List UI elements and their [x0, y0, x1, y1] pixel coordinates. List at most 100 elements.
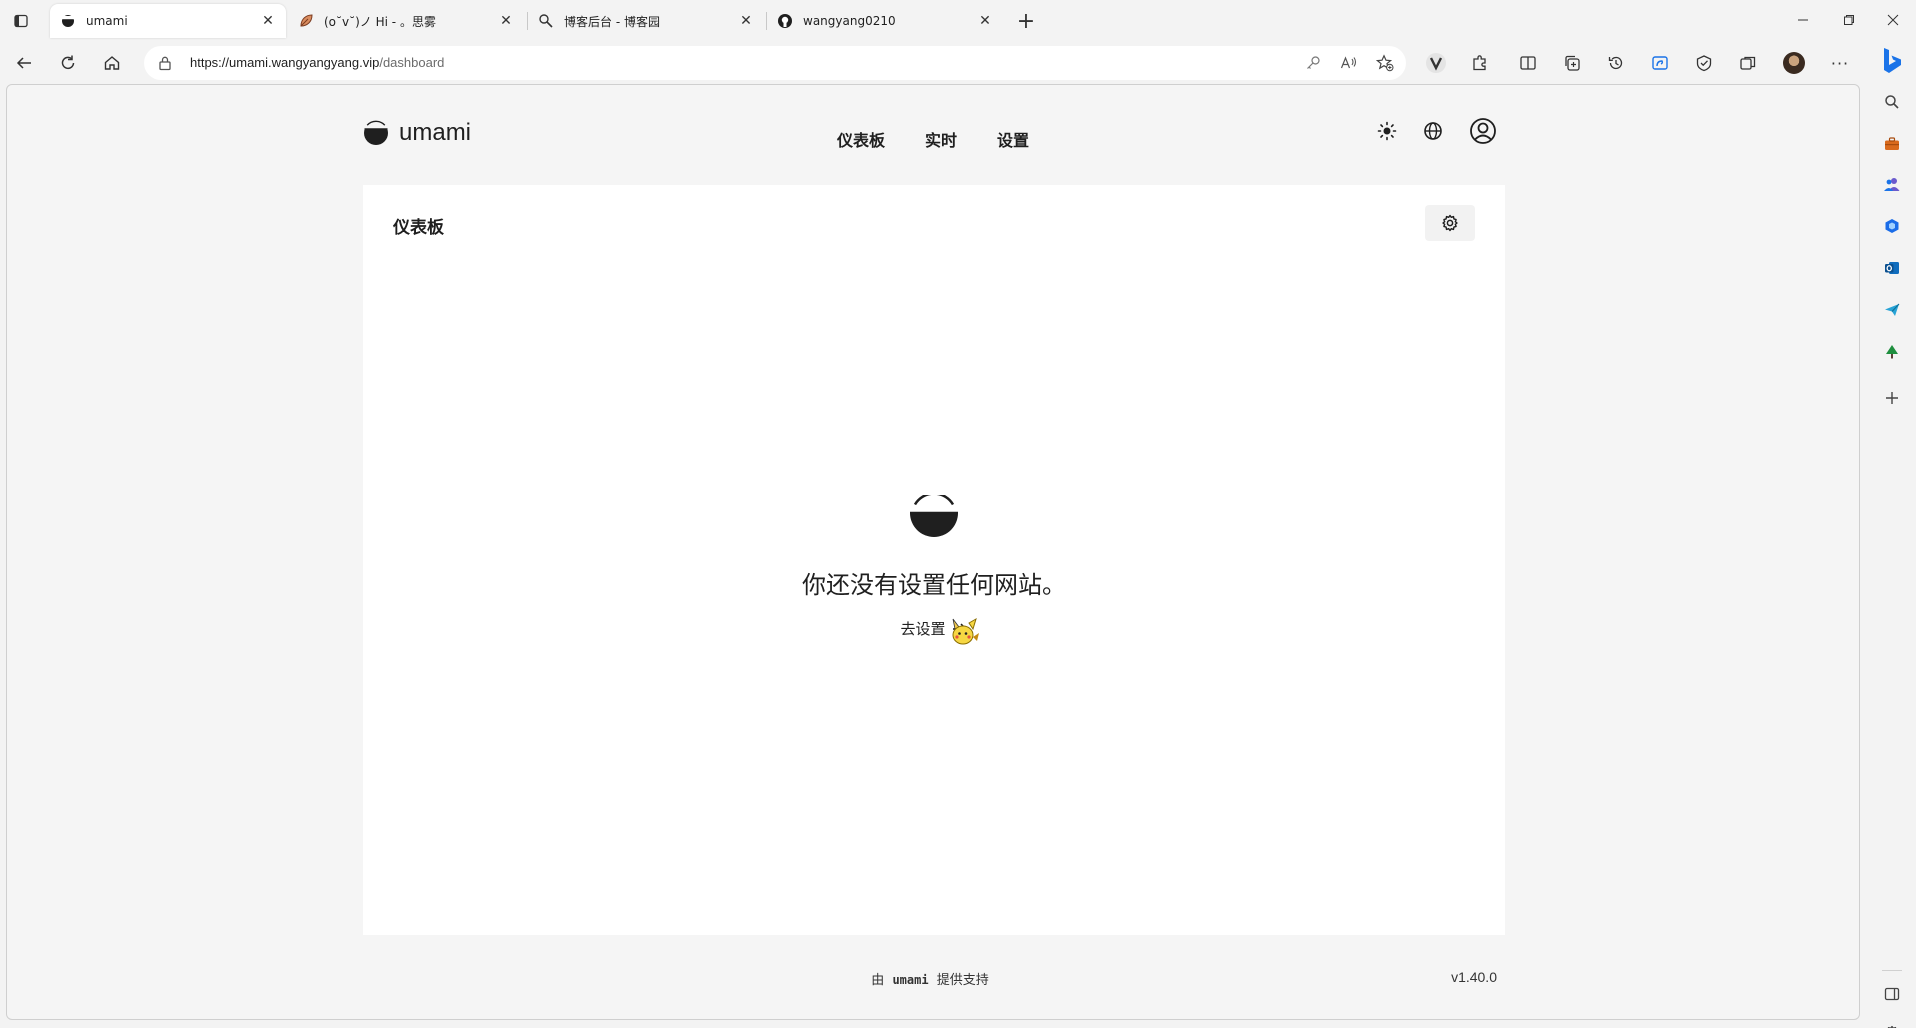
plus-icon: +: [1016, 8, 1036, 34]
tab-actions-icon: [14, 14, 28, 28]
language-button[interactable]: [1423, 121, 1443, 141]
empty-state: 你还没有设置任何网站。 去设置: [363, 495, 1505, 639]
key-icon[interactable]: [1304, 54, 1322, 72]
briefcase-icon: [1885, 137, 1899, 150]
outlook-icon: [1885, 262, 1899, 274]
tab-title: umami: [86, 14, 128, 28]
url-path: /dashboard: [379, 55, 445, 70]
header-actions: [1377, 117, 1497, 145]
user-profile-button[interactable]: [1469, 117, 1497, 145]
logo-text: umami: [399, 119, 472, 146]
page-viewport: umami 仪表板 实时 设置 仪表板 你还没有设置任何网站。 去设置 由 um…: [6, 84, 1860, 1020]
arrow-left-icon: [16, 57, 31, 69]
pikachu-cursor-icon: [947, 615, 981, 649]
close-icon[interactable]: ✕: [260, 13, 276, 29]
umami-logo-icon: [60, 13, 76, 29]
nav-dashboard[interactable]: 仪表板: [837, 127, 885, 151]
paper-plane-icon: [1885, 303, 1900, 316]
tab-cnblogs[interactable]: 博客后台 - 博客园 ✕: [528, 4, 764, 38]
back-button[interactable]: [10, 49, 38, 77]
url-host: https://umami.wangyangyang.vip: [190, 55, 380, 70]
browser-toolbar: https://umami.wangyangyang.vip/dashboard…: [0, 42, 1868, 84]
refresh-button[interactable]: [54, 49, 82, 77]
tab-umami[interactable]: umami ✕: [50, 4, 286, 38]
tree-icon: [1886, 345, 1898, 359]
search-sidebar-button[interactable]: [1880, 90, 1904, 114]
tab-actions-button[interactable]: [8, 8, 34, 34]
search-icon: [1885, 95, 1899, 109]
vimium-extension-icon[interactable]: [1424, 51, 1448, 75]
refresh-icon: [61, 55, 75, 70]
tab-title: (o˘v˘)ノ Hi - 。思雾: [324, 14, 436, 29]
powered-by: 由 umami 提供支持: [363, 969, 1497, 988]
tree-sidebar-button[interactable]: [1880, 340, 1904, 364]
powered-prefix: 由: [871, 973, 885, 988]
umami-link[interactable]: umami: [892, 973, 928, 987]
plus-icon: [1886, 392, 1898, 404]
add-sidebar-app-button[interactable]: [1880, 386, 1904, 410]
bing-icon: [1884, 48, 1901, 73]
close-icon[interactable]: ✕: [738, 13, 754, 29]
history-icon[interactable]: [1604, 51, 1628, 75]
nav-settings[interactable]: 设置: [997, 127, 1029, 151]
tools-sidebar-button[interactable]: [1880, 132, 1904, 156]
tab-github[interactable]: wangyang0210 ✕: [767, 4, 1003, 38]
ellipsis-icon: ···: [1830, 53, 1850, 73]
home-button[interactable]: [98, 49, 126, 77]
office-icon: [1885, 219, 1899, 233]
minimize-button[interactable]: [1780, 0, 1826, 40]
tab-title: wangyang0210: [803, 14, 896, 28]
send-sidebar-button[interactable]: [1880, 298, 1904, 322]
more-menu-button[interactable]: ···: [1828, 51, 1852, 75]
collections-icon[interactable]: [1560, 51, 1584, 75]
close-icon[interactable]: ✕: [977, 13, 993, 29]
add-favorite-icon[interactable]: [1376, 54, 1394, 72]
leaf-icon: [298, 13, 314, 29]
restore-button[interactable]: [1826, 0, 1872, 40]
home-icon: [104, 56, 120, 70]
tab-blog[interactable]: (o˘v˘)ノ Hi - 。思雾 ✕: [288, 4, 524, 38]
version-label: v1.40.0: [1451, 969, 1497, 985]
dashboard-card: 仪表板 你还没有设置任何网站。 去设置: [363, 185, 1505, 935]
globe-icon: [1424, 122, 1442, 140]
site-logo[interactable]: umami: [363, 119, 471, 147]
read-aloud-icon[interactable]: [1340, 54, 1358, 72]
browser-essentials-icon[interactable]: [1692, 51, 1716, 75]
people-icon: [1884, 178, 1900, 191]
site-header: umami 仪表板 实时 设置: [363, 113, 1497, 163]
edge-sidebar: [1868, 42, 1916, 1028]
github-icon: [777, 13, 793, 29]
powered-suffix: 提供支持: [936, 973, 989, 988]
split-screen-icon[interactable]: [1516, 51, 1540, 75]
umami-logo-icon: [910, 495, 958, 537]
empty-message: 你还没有设置任何网站。: [802, 571, 1066, 599]
tab-strip: umami ✕ (o˘v˘)ノ Hi - 。思雾 ✕ 博客后台 - 博客园 ✕ …: [0, 0, 1916, 42]
lock-icon[interactable]: [158, 55, 172, 71]
profile-avatar[interactable]: [1782, 51, 1806, 75]
sun-icon: [1377, 121, 1397, 141]
gear-icon: [1442, 214, 1458, 232]
close-icon[interactable]: ✕: [498, 13, 514, 29]
theme-toggle-button[interactable]: [1377, 121, 1397, 141]
workspaces-icon[interactable]: [1736, 51, 1760, 75]
close-window-button[interactable]: [1870, 0, 1916, 40]
nav-realtime[interactable]: 实时: [925, 127, 957, 151]
dashboard-settings-button[interactable]: [1425, 205, 1475, 241]
restore-icon: [1844, 15, 1854, 25]
sidebar-settings-button[interactable]: [1880, 1022, 1904, 1028]
minimize-icon: [1798, 19, 1808, 21]
cnblogs-icon: [538, 13, 554, 29]
copilot-button[interactable]: [1878, 46, 1906, 76]
hide-sidebar-button[interactable]: [1880, 982, 1904, 1006]
umami-logo-icon: [363, 120, 389, 145]
outlook-sidebar-button[interactable]: [1880, 256, 1904, 280]
new-tab-button[interactable]: +: [1012, 8, 1040, 34]
people-sidebar-button[interactable]: [1880, 172, 1904, 196]
url-text[interactable]: https://umami.wangyangyang.vip/dashboard: [190, 55, 444, 70]
extensions-icon[interactable]: [1468, 51, 1492, 75]
user-icon: [1470, 118, 1496, 144]
address-bar[interactable]: https://umami.wangyangyang.vip/dashboard: [144, 46, 1406, 80]
page-title: 仪表板: [393, 218, 444, 238]
office-sidebar-button[interactable]: [1880, 214, 1904, 238]
edge-tools-icon[interactable]: [1648, 51, 1672, 75]
